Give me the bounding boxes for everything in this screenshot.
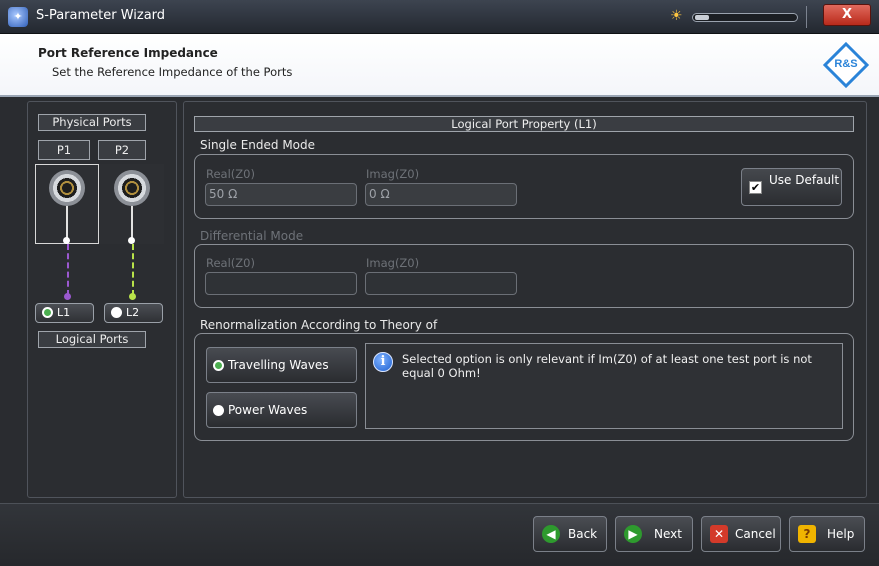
cancel-x-icon: ✕ [710,525,728,543]
p2-connector-icon [114,170,150,206]
se-imag-field[interactable]: 0 Ω [365,183,517,206]
logical-port-property-title: Logical Port Property (L1) [194,116,854,132]
use-default-checkbox[interactable]: ✔ [749,181,762,194]
l2-label: L2 [126,306,140,319]
info-box: i Selected option is only relevant if Im… [365,343,843,429]
wizard-header: Port Reference Impedance Set the Referen… [0,34,879,97]
se-real-label: Real(Z0) [206,167,255,181]
p2-cable-end [128,237,135,244]
brightness-slider[interactable] [692,13,798,22]
travelling-waves-option[interactable]: Travelling Waves [206,347,357,383]
l2-indicator [111,307,122,318]
logical-port-l2-button[interactable]: L2 [104,303,163,323]
l1-mapping-dot [64,293,71,300]
port-p1-frame[interactable] [35,164,99,244]
port-p1-label: P1 [38,140,90,160]
page-subtitle: Set the Reference Impedance of the Ports [52,65,293,79]
diff-real-field[interactable] [205,272,357,295]
travelling-waves-label: Travelling Waves [228,358,329,372]
diff-imag-label: Imag(Z0) [366,256,420,270]
use-default-label: Use Default [769,173,840,187]
diff-imag-field[interactable] [365,272,517,295]
titlebar-separator [806,6,807,28]
p1-connector-icon [49,170,85,206]
physical-ports-label: Physical Ports [38,114,146,131]
sun-icon: ☀ [670,8,683,24]
differential-title: Differential Mode [200,229,304,243]
port-p2-label: P2 [98,140,146,160]
l1-selected-indicator [42,307,53,318]
renormalization-title: Renormalization According to Theory of [200,318,438,332]
diff-real-label: Real(Z0) [206,256,255,270]
help-label: Help [827,527,855,541]
l2-mapping-dot [129,293,136,300]
brightness-slider-thumb[interactable] [695,15,709,20]
power-waves-radio[interactable] [213,405,224,416]
back-button[interactable]: ◀ Back [533,516,607,552]
l2-mapping-line [132,244,134,296]
cancel-label: Cancel [735,527,776,541]
info-icon: i [373,352,393,372]
se-real-field[interactable]: 50 Ω [205,183,357,206]
page-title: Port Reference Impedance [38,46,218,60]
arrow-right-icon: ▶ [624,525,642,543]
logical-port-l1-button[interactable]: L1 [35,303,94,323]
help-button[interactable]: ? Help [789,516,865,552]
window-title: S-Parameter Wizard [36,8,166,23]
p1-cable-end [63,237,70,244]
app-icon: ✦ [8,7,28,27]
use-default-button[interactable]: ✔ Use Default [741,168,842,206]
single-ended-title: Single Ended Mode [200,138,316,152]
rs-logo: R&S [823,42,869,88]
power-waves-label: Power Waves [228,403,308,417]
rs-logo-text: R&S [834,58,857,70]
next-label: Next [654,527,682,541]
arrow-left-icon: ◀ [542,525,560,543]
logical-ports-label: Logical Ports [38,331,146,348]
physical-ports-panel [27,101,177,498]
l1-mapping-line [67,244,69,296]
next-button[interactable]: ▶ Next [615,516,693,552]
se-imag-label: Imag(Z0) [366,167,420,181]
info-text: Selected option is only relevant if Im(Z… [402,352,812,380]
close-button[interactable]: X [823,4,871,26]
power-waves-option[interactable]: Power Waves [206,392,357,428]
p1-cable-line [66,206,68,239]
travelling-waves-radio[interactable] [213,360,224,371]
cancel-button[interactable]: ✕ Cancel [701,516,781,552]
l1-label: L1 [57,306,71,319]
help-icon: ? [798,525,816,543]
p2-cable-line [131,206,133,239]
back-label: Back [568,527,598,541]
title-bar: ✦ S-Parameter Wizard ☀ X [0,0,879,34]
s-parameter-wizard-window: ✦ S-Parameter Wizard ☀ X Port Reference … [0,0,879,566]
port-p2-frame[interactable] [100,164,164,244]
